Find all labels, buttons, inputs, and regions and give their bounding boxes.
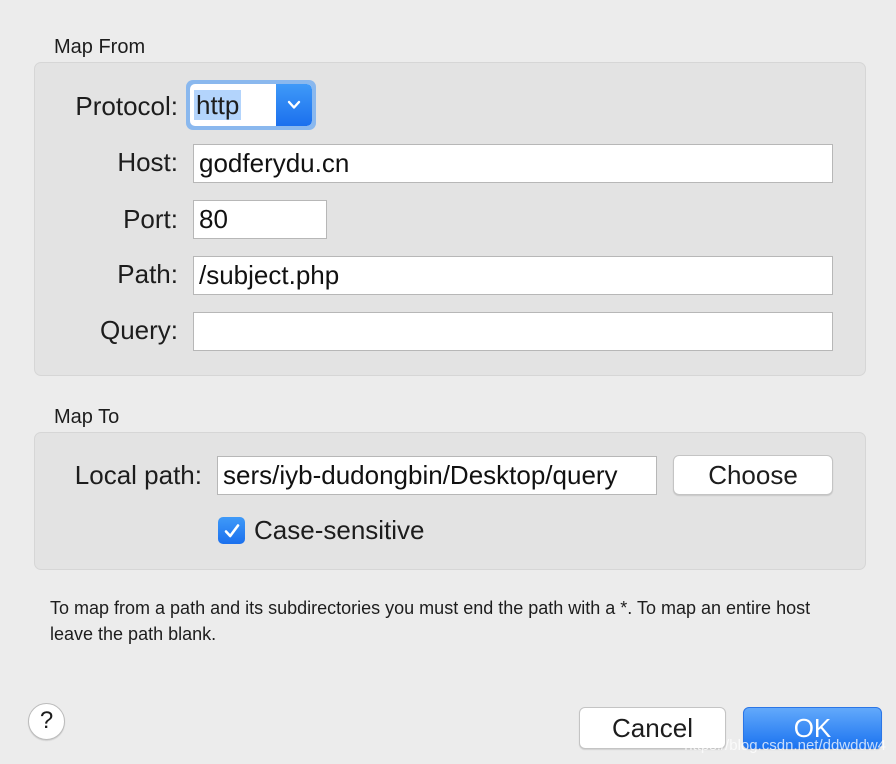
protocol-select-inner[interactable]: http	[190, 84, 312, 126]
map-from-title: Map From	[54, 36, 146, 58]
port-label: Port:	[123, 204, 178, 234]
query-label: Query:	[99, 315, 178, 345]
case-sensitive-checkbox[interactable]	[218, 517, 245, 544]
protocol-label: Protocol:	[75, 91, 178, 121]
map-to-group	[34, 432, 866, 570]
host-label: Host:	[117, 147, 178, 177]
path-input[interactable]	[193, 256, 833, 295]
protocol-select[interactable]: http	[186, 80, 316, 130]
local-path-label: Local path:	[74, 460, 202, 490]
local-path-input[interactable]	[217, 456, 657, 495]
help-button[interactable]: ?	[28, 703, 65, 740]
protocol-select-value: http	[194, 90, 242, 120]
help-note: To map from a path and its subdirectorie…	[50, 598, 811, 644]
path-label: Path:	[117, 259, 178, 289]
case-sensitive-label[interactable]: Case-sensitive	[254, 515, 425, 546]
port-input[interactable]	[193, 200, 327, 239]
checkmark-icon	[224, 523, 239, 537]
chevron-down-icon[interactable]	[276, 84, 312, 126]
watermark-text: https://blog.csdn.net/ddwddw4	[684, 737, 886, 754]
host-input[interactable]	[193, 144, 833, 183]
map-to-title: Map To	[54, 406, 120, 428]
choose-button[interactable]: Choose	[673, 455, 833, 495]
query-input[interactable]	[193, 312, 833, 351]
